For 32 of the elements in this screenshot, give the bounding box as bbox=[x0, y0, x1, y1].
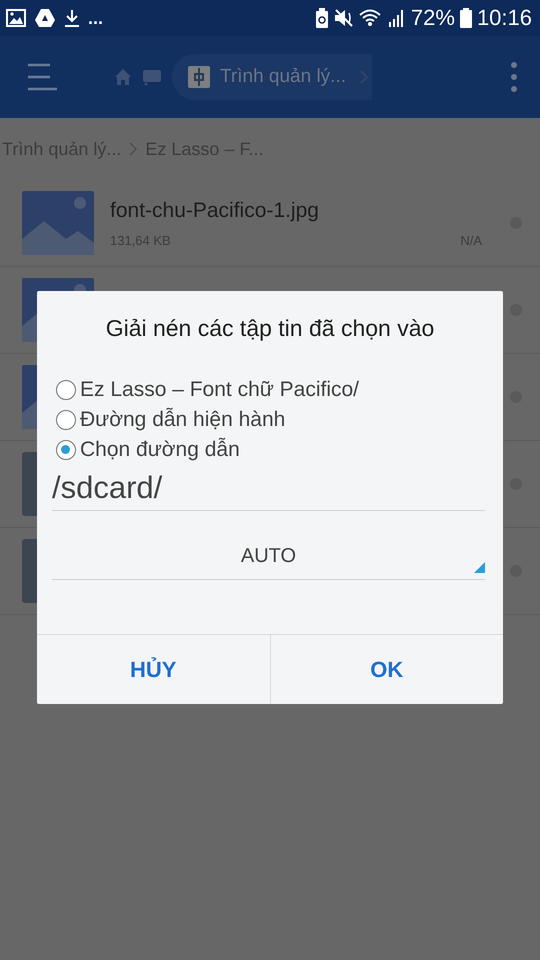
radio-option[interactable]: Đường dẫn hiện hành bbox=[56, 408, 487, 432]
overflow-indicator: ... bbox=[88, 8, 104, 28]
wifi-icon bbox=[358, 8, 383, 28]
storage-icon[interactable] bbox=[142, 69, 162, 85]
triangle-icon bbox=[34, 8, 56, 28]
image-icon bbox=[6, 9, 26, 27]
ok-button[interactable]: OK bbox=[270, 635, 503, 704]
signal-icon bbox=[388, 9, 406, 27]
archive-icon bbox=[188, 66, 210, 88]
menu-icon[interactable] bbox=[26, 63, 58, 91]
location-chip[interactable]: Trình quản lý... bbox=[172, 54, 372, 100]
image-file-icon bbox=[22, 191, 94, 255]
clock: 10:16 bbox=[476, 5, 532, 31]
dropdown-corner-icon bbox=[474, 562, 485, 573]
radio-option[interactable]: Ez Lasso – Font chữ Pacifico/ bbox=[56, 378, 487, 402]
radio-option[interactable]: Chọn đường dẫn bbox=[56, 438, 487, 462]
cancel-button[interactable]: HỦY bbox=[37, 635, 270, 704]
radio-button[interactable] bbox=[56, 440, 76, 460]
chevron-icon bbox=[129, 142, 138, 156]
encoding-dropdown[interactable]: AUTO bbox=[52, 533, 485, 580]
radio-button[interactable] bbox=[56, 380, 76, 400]
home-icon[interactable] bbox=[114, 68, 132, 86]
more-icon[interactable] bbox=[510, 61, 518, 93]
file-name: font-chu-Pacifico-1.jpg bbox=[110, 198, 320, 222]
radio-button[interactable] bbox=[56, 410, 76, 430]
mute-icon bbox=[334, 8, 354, 28]
dialog-title: Giải nén các tập tin đã chọn vào bbox=[104, 315, 436, 342]
battery-saver-icon bbox=[314, 8, 329, 28]
path-field[interactable]: /sdcard/ bbox=[52, 470, 485, 511]
battery-percent: 72% bbox=[410, 5, 455, 31]
download-icon bbox=[64, 9, 80, 27]
battery-icon bbox=[460, 8, 472, 28]
